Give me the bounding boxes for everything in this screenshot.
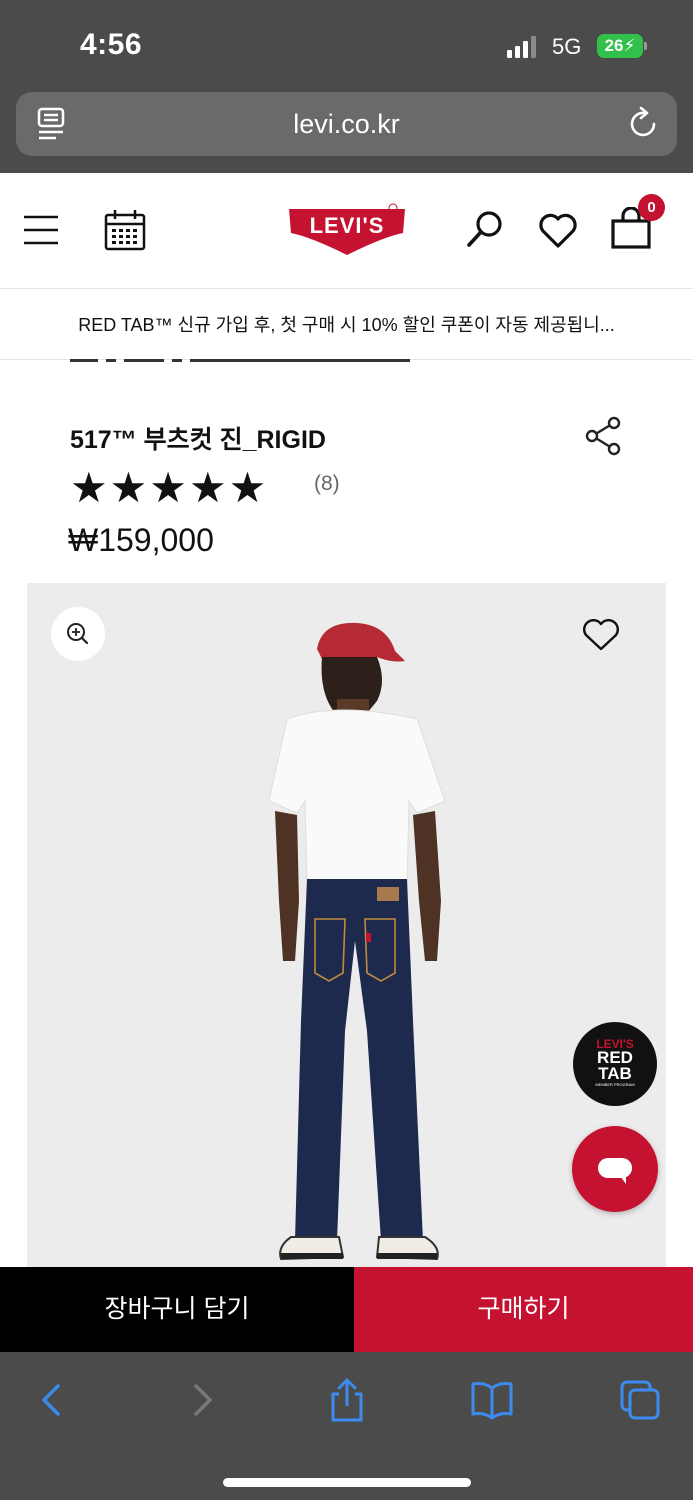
promo-banner[interactable]: RED TAB™ 신규 가입 후, 첫 구매 시 10% 할인 쿠폰이 자동 제… <box>0 290 693 360</box>
site-header: LEVI'S 0 <box>0 173 693 289</box>
model-photo <box>268 622 446 1261</box>
bookmarks-icon[interactable] <box>470 1378 514 1422</box>
share-sheet-icon[interactable] <box>325 1378 369 1422</box>
share-icon[interactable] <box>584 416 622 456</box>
zoom-button[interactable] <box>51 607 105 661</box>
review-count[interactable]: (8) <box>314 472 340 496</box>
product-title: 517™ 부츠컷 진_RIGID <box>70 426 326 454</box>
chat-button[interactable] <box>572 1126 658 1212</box>
back-icon[interactable] <box>30 1378 74 1422</box>
product-price: ₩159,000 <box>68 522 214 558</box>
redtab-member-badge[interactable]: LEVI'S RED TAB MEMBER PROGRAM <box>573 1022 657 1106</box>
add-to-cart-button[interactable]: 장바구니 담기 <box>0 1267 354 1352</box>
calendar-icon[interactable] <box>104 209 146 251</box>
logo-text: LEVI'S <box>310 213 385 238</box>
url-bar[interactable]: levi.co.kr <box>16 92 677 156</box>
battery-level: 26 <box>604 36 624 55</box>
network-label: 5G <box>552 34 582 59</box>
menu-icon[interactable] <box>24 213 58 247</box>
product-image[interactable] <box>27 583 666 1267</box>
search-icon[interactable] <box>465 209 505 249</box>
rating-stars: ★★★★★ <box>70 464 269 511</box>
battery-indicator: 26⚡ <box>597 34 643 58</box>
redtab-line3: TAB <box>598 1064 632 1083</box>
levis-logo[interactable]: LEVI'S <box>287 203 407 257</box>
reload-icon[interactable] <box>628 106 660 140</box>
status-time: 4:56 <box>80 28 143 61</box>
url-text[interactable]: levi.co.kr <box>16 109 677 140</box>
browser-toolbar <box>0 1352 693 1500</box>
home-indicator <box>223 1478 471 1487</box>
buy-now-button[interactable]: 구매하기 <box>354 1267 693 1352</box>
heart-icon[interactable] <box>538 213 578 249</box>
chat-icon <box>598 1158 632 1184</box>
url-bar-container: levi.co.kr <box>0 90 693 173</box>
signal-icon <box>507 36 536 58</box>
breadcrumb-cut <box>70 355 490 365</box>
zoom-icon <box>67 623 89 645</box>
wishlist-heart-icon[interactable] <box>581 617 621 653</box>
redtab-line4: MEMBER PROGRAM <box>595 1082 635 1087</box>
forward-icon[interactable] <box>180 1378 224 1422</box>
tabs-icon[interactable] <box>618 1378 662 1422</box>
battery-tip <box>644 42 647 50</box>
cart-count-badge: 0 <box>638 194 665 221</box>
status-bar: 4:56 5G 26⚡ <box>0 0 693 90</box>
